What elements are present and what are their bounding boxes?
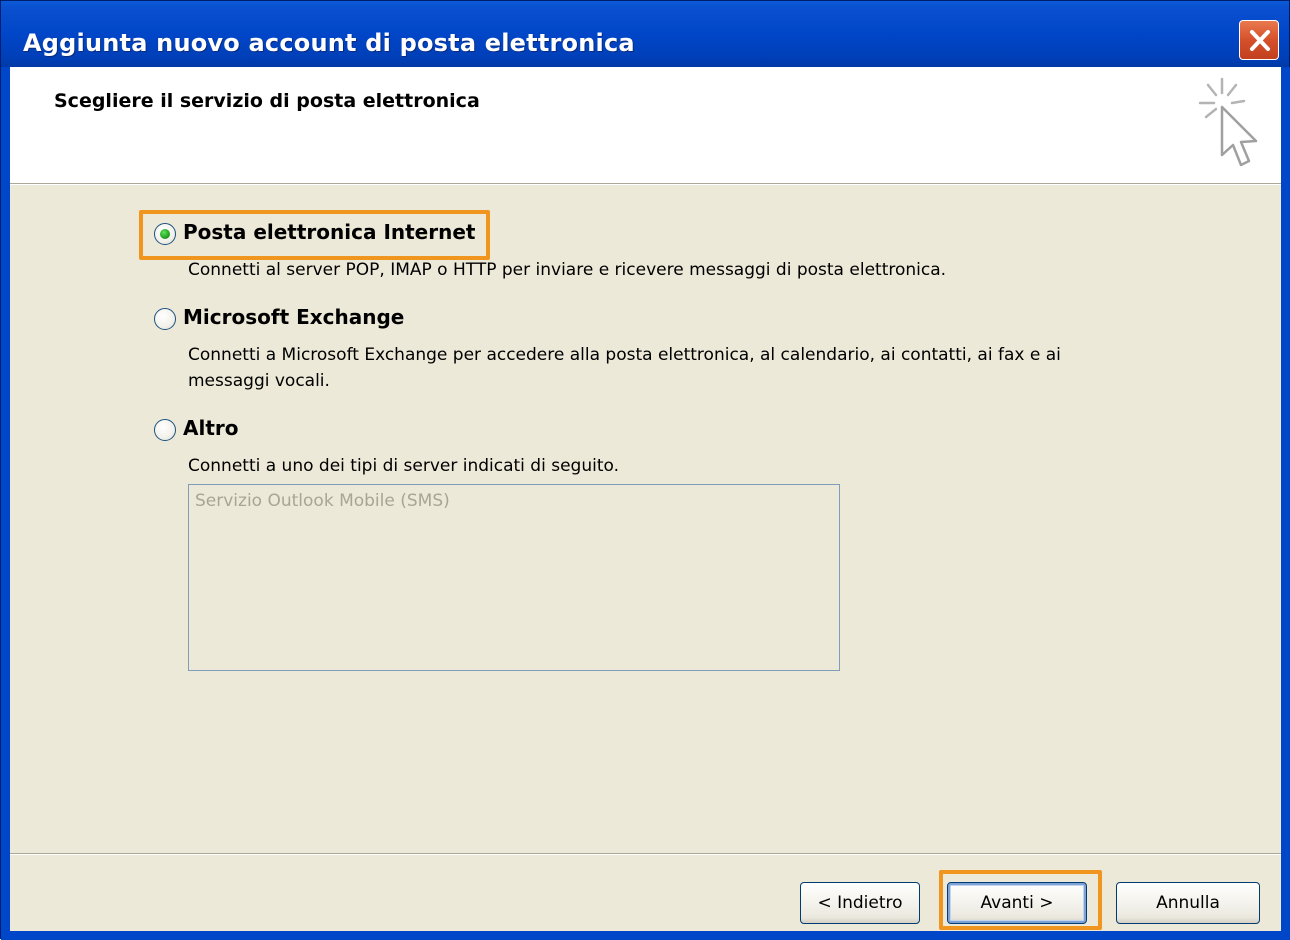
next-button[interactable]: Avanti > — [947, 882, 1087, 924]
close-x-icon — [1250, 30, 1270, 51]
radio-altro[interactable] — [154, 419, 176, 441]
page-title: Scegliere il servizio di posta elettroni… — [54, 90, 480, 112]
server-type-listbox[interactable]: Servizio Outlook Mobile (SMS) — [188, 484, 840, 671]
desc-microsoft-exchange-line1: Connetti a Microsoft Exchange per accede… — [188, 345, 1061, 365]
radio-microsoft-exchange[interactable] — [154, 308, 176, 330]
window-frame-left — [1, 67, 10, 940]
label-posta-internet[interactable]: Posta elettronica Internet — [183, 220, 475, 244]
window-frame-right — [1281, 67, 1290, 940]
cancel-button[interactable]: Annulla — [1116, 882, 1260, 924]
label-altro[interactable]: Altro — [183, 416, 239, 440]
wizard-header: Scegliere il servizio di posta elettroni… — [10, 67, 1281, 185]
footer-separator — [10, 853, 1281, 855]
desc-microsoft-exchange-line2: messaggi vocali. — [188, 371, 330, 391]
desc-posta-internet: Connetti al server POP, IMAP o HTTP per … — [188, 260, 947, 280]
radio-selected-dot — [160, 229, 170, 239]
radio-posta-internet[interactable] — [154, 223, 176, 245]
close-button[interactable] — [1239, 20, 1279, 60]
label-microsoft-exchange[interactable]: Microsoft Exchange — [183, 305, 404, 329]
window-title: Aggiunta nuovo account di posta elettron… — [23, 29, 635, 57]
desc-altro: Connetti a uno dei tipi di server indica… — [188, 456, 619, 476]
list-item: Servizio Outlook Mobile (SMS) — [195, 491, 450, 511]
dialog-window: Aggiunta nuovo account di posta elettron… — [0, 0, 1290, 940]
title-bar[interactable]: Aggiunta nuovo account di posta elettron… — [1, 1, 1289, 67]
back-button[interactable]: < Indietro — [800, 882, 920, 924]
dialog-client-area: Scegliere il servizio di posta elettroni… — [10, 67, 1281, 931]
wizard-cursor-sparkle-icon — [1198, 77, 1258, 167]
